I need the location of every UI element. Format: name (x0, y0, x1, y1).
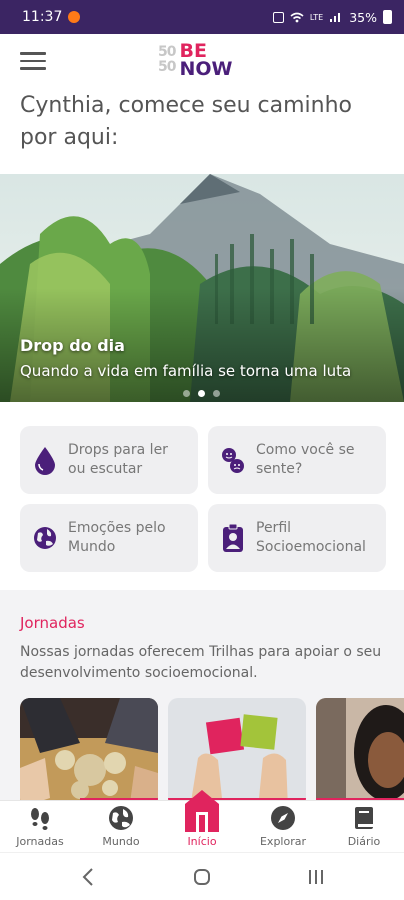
tile-socioemotional-profile[interactable]: Perfil Socioemocional (208, 504, 386, 572)
nav-label: Diário (347, 835, 381, 848)
battery-icon (383, 10, 392, 24)
nav-label: Jornadas (16, 835, 64, 848)
tile-label: Perfil Socioemocional (256, 520, 366, 555)
journey-card-image (20, 698, 158, 808)
battery-percent: 35% (349, 9, 377, 25)
carousel-indicator (183, 390, 220, 397)
journey-card[interactable] (316, 698, 404, 808)
alarm-icon (272, 11, 284, 23)
logo-number-bottom: 50 (158, 59, 177, 75)
tile-emotions-world[interactable]: Emoções pelo Mundo (20, 504, 198, 572)
compass-icon (271, 806, 295, 830)
wifi-icon (290, 12, 304, 22)
nav-label: Mundo (102, 835, 140, 848)
tile-label: Drops para ler ou escutar (68, 442, 168, 477)
app-header: 50 50 BE NOW (0, 34, 404, 90)
globe-icon (109, 806, 133, 830)
signal-icon (330, 13, 341, 22)
journey-card[interactable] (20, 698, 158, 808)
recording-icon (68, 11, 81, 23)
tile-label: Emoções pelo Mundo (68, 520, 166, 555)
logo-number-top: 50 (158, 44, 177, 60)
nav-item-jornadas[interactable]: Jornadas (0, 801, 80, 853)
recent-apps-icon[interactable] (296, 865, 336, 889)
hamburger-icon[interactable] (20, 52, 46, 72)
system-navigation-bar (0, 852, 404, 900)
section-title: Jornadas (20, 614, 85, 632)
nav-item-mundo[interactable]: Mundo (81, 801, 161, 853)
hero-title: Drop do dia (20, 336, 125, 355)
carousel-dot-active[interactable] (198, 390, 205, 397)
tile-label: Como você se sente? (256, 442, 355, 477)
emotions-icon (222, 448, 244, 473)
network-type: LTE (309, 12, 324, 22)
journeys-section: Jornadas Nossas jornadas oferecem Trilha… (0, 590, 404, 808)
brand-logo: 50 50 BE NOW (158, 42, 233, 80)
profile-badge-icon (223, 523, 243, 552)
hero-subtitle: Quando a vida em família se torna uma lu… (20, 362, 352, 380)
section-description: Nossas jornadas oferecem Trilhas para ap… (20, 644, 382, 681)
nav-item-diario[interactable]: Diário (324, 801, 404, 853)
journey-card-image (316, 698, 404, 808)
tile-feelings[interactable]: Como você se sente? (208, 426, 386, 494)
back-icon[interactable] (68, 865, 108, 889)
carousel-dot[interactable] (183, 390, 190, 397)
status-bar: 11:37 LTE 35% (0, 0, 404, 34)
logo-word-bottom: NOW (179, 58, 233, 80)
drop-icon (35, 447, 55, 475)
globe-icon (34, 527, 56, 549)
nav-item-explorar[interactable]: Explorar (243, 801, 323, 853)
home-circle-icon[interactable] (182, 865, 222, 889)
home-icon[interactable] (183, 788, 221, 834)
carousel-dot[interactable] (213, 390, 220, 397)
nav-label: Explorar (259, 835, 306, 848)
status-time: 11:37 (22, 9, 63, 25)
tile-drops[interactable]: Drops para ler ou escutar (20, 426, 198, 494)
greeting-heading: Cynthia, comece seu caminho por aqui: (20, 93, 353, 150)
nav-label: Início (187, 835, 217, 848)
footprints-icon (31, 808, 49, 830)
book-icon (355, 807, 373, 829)
